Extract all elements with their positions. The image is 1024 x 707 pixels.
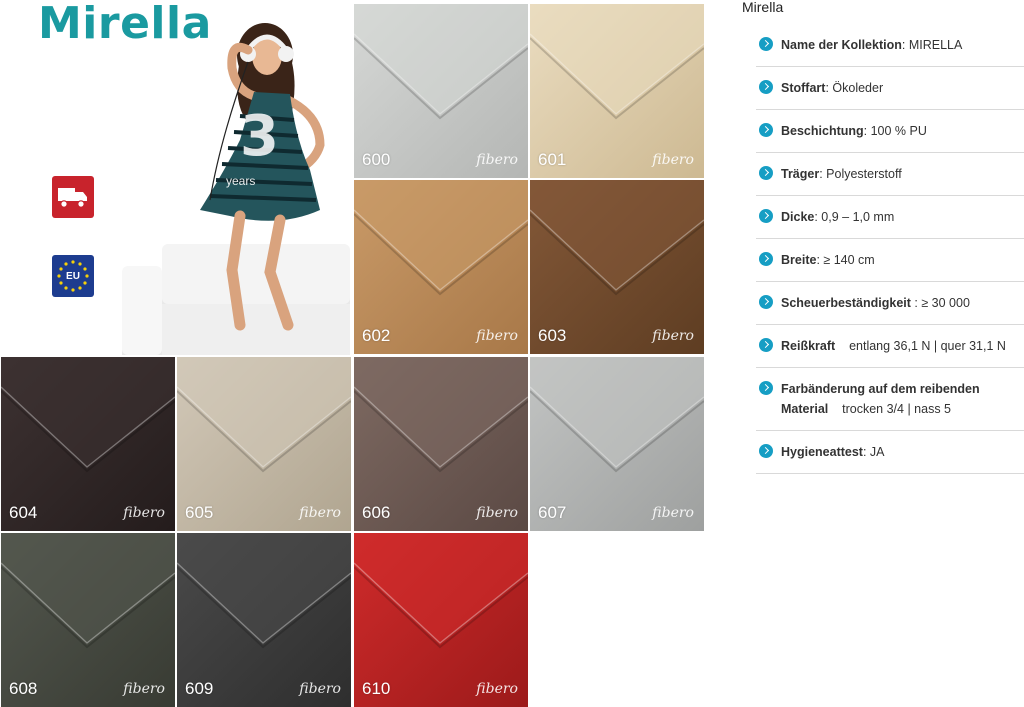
spec-row: Hygieneattest: JA	[756, 431, 1024, 474]
spec-row: Reißkraft entlang 36,1 N | quer 31,1 N	[756, 325, 1024, 368]
spec-label: Hygieneattest	[781, 445, 863, 459]
swatch-605[interactable]: 605 fibero	[177, 357, 351, 531]
spec-value: : 100 % PU	[863, 124, 927, 138]
chevron-right-icon	[759, 295, 773, 309]
brand-title: Mirella	[38, 0, 212, 49]
swatch-609[interactable]: 609 fibero	[177, 533, 351, 707]
swatch-code: 610	[362, 679, 391, 698]
swatch-610[interactable]: 610 fibero	[354, 533, 528, 707]
chevron-right-icon	[759, 209, 773, 223]
panel-title: Mirella	[742, 0, 784, 15]
chevron-right-icon	[759, 338, 773, 352]
spec-row: Name der Kollektion: MIRELLA	[756, 24, 1024, 67]
spec-value: entlang 36,1 N | quer 31,1 N	[835, 339, 1006, 353]
spec-row: Breite: ≥ 140 cm	[756, 239, 1024, 282]
swatch-code: 603	[538, 326, 567, 345]
chevron-right-icon	[759, 381, 773, 395]
hero-banner: 3 years Mirella EU	[0, 0, 350, 355]
spec-value: : Ökoleder	[825, 81, 884, 95]
spec-row: Beschichtung: 100 % PU	[756, 110, 1024, 153]
swatch-code: 600	[362, 150, 391, 169]
swatch-code: 605	[185, 503, 214, 522]
spec-label: Scheuerbeständigkeit	[781, 296, 911, 310]
chevron-right-icon	[759, 444, 773, 458]
fibero-logo: fibero	[652, 152, 694, 168]
swatch-603[interactable]: 603 fibero	[530, 180, 704, 354]
spec-label: Breite	[781, 253, 817, 267]
fibero-logo: fibero	[476, 505, 518, 521]
fibero-logo: fibero	[123, 505, 165, 521]
swatch-604[interactable]: 604 fibero	[1, 357, 175, 531]
swatch-600[interactable]: 600 fibero	[354, 4, 528, 178]
fibero-logo: fibero	[476, 328, 518, 344]
spec-row: Dicke: 0,9 – 1,0 mm	[756, 196, 1024, 239]
spec-value: : MIRELLA	[901, 38, 963, 52]
spec-label: Dicke	[781, 210, 815, 224]
spec-label: Beschichtung	[781, 124, 864, 138]
swatch-code: 608	[9, 679, 38, 698]
eu-flag-icon: EU	[52, 255, 94, 297]
swatch-602[interactable]: 602 fibero	[354, 180, 528, 354]
chevron-right-icon	[759, 123, 773, 137]
spec-label: Reißkraft	[781, 339, 836, 353]
fibero-logo: fibero	[652, 328, 694, 344]
spec-label: Stoffart	[781, 81, 826, 95]
spec-value: : 0,9 – 1,0 mm	[814, 210, 895, 224]
spec-label: Träger	[781, 167, 820, 181]
fibero-logo: fibero	[476, 152, 518, 168]
fibero-logo: fibero	[476, 681, 518, 697]
spec-row: Stoffart: Ökoleder	[756, 67, 1024, 110]
delivery-truck-icon	[52, 176, 94, 218]
fibero-logo: fibero	[299, 505, 341, 521]
chevron-right-icon	[759, 37, 773, 51]
swatch-606[interactable]: 606 fibero	[354, 357, 528, 531]
spec-value: trocken 3/4 | nass 5	[828, 402, 952, 416]
spec-value: : Polyesterstoff	[819, 167, 902, 181]
spec-row: Scheuerbeständigkeit : ≥ 30 000	[756, 282, 1024, 325]
spec-value: : ≥ 30 000	[910, 296, 970, 310]
swatch-code: 607	[538, 503, 567, 522]
warranty-word: years	[226, 174, 256, 188]
swatch-607[interactable]: 607 fibero	[530, 357, 704, 531]
swatch-601[interactable]: 601 fibero	[530, 4, 704, 178]
swatch-608[interactable]: 608 fibero	[1, 533, 175, 707]
swatch-code: 601	[538, 150, 567, 169]
fibero-logo: fibero	[652, 505, 694, 521]
spec-row: Farbänderung auf dem reibenden Material …	[756, 368, 1024, 431]
chevron-right-icon	[759, 166, 773, 180]
swatch-code: 606	[362, 503, 391, 522]
warranty-number: 3	[240, 104, 279, 169]
spec-value: : JA	[862, 445, 885, 459]
eu-label: EU	[66, 270, 80, 282]
swatch-code: 609	[185, 679, 214, 698]
spec-list: Name der Kollektion: MIRELLA Stoffart: Ök…	[756, 24, 1024, 474]
swatch-code: 602	[362, 326, 391, 345]
spec-row: Träger: Polyesterstoff	[756, 153, 1024, 196]
spec-value: : ≥ 140 cm	[816, 253, 875, 267]
fibero-logo: fibero	[123, 681, 165, 697]
chevron-right-icon	[759, 252, 773, 266]
fibero-logo: fibero	[299, 681, 341, 697]
swatch-code: 604	[9, 503, 38, 522]
spec-label: Name der Kollektion	[781, 38, 902, 52]
chevron-right-icon	[759, 80, 773, 94]
